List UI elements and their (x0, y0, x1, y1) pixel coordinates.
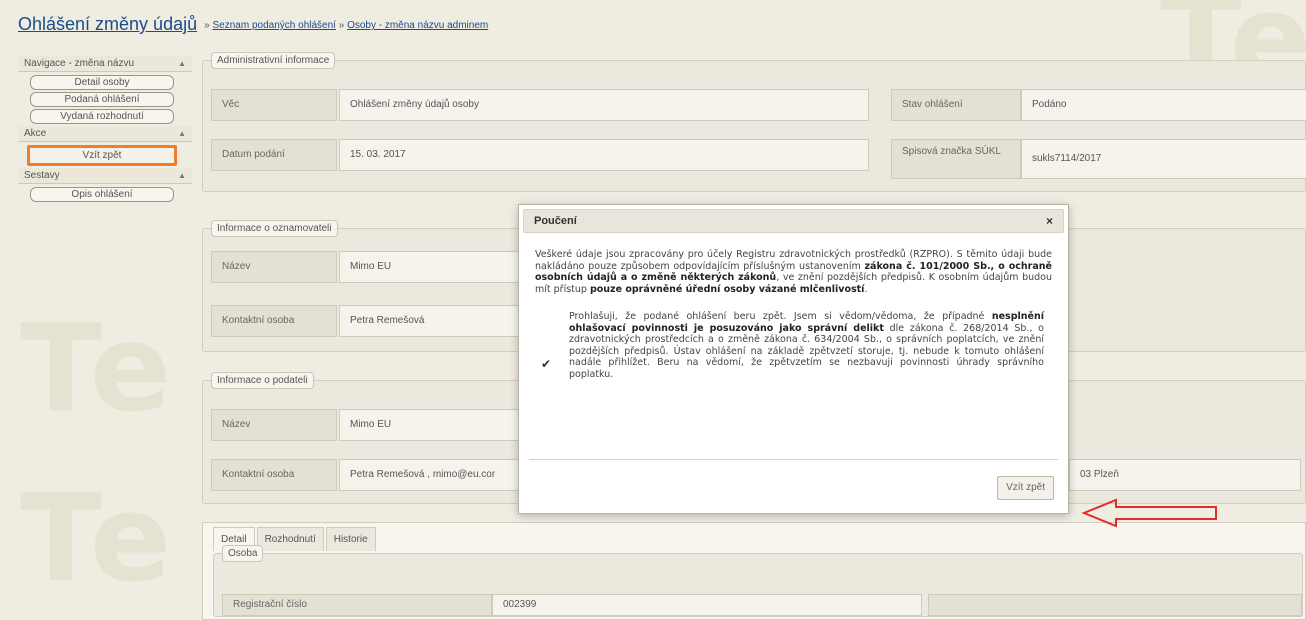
dialog-header: Poučení × (523, 209, 1064, 233)
tab-rozhodnuti[interactable]: Rozhodnutí (256, 527, 324, 551)
notifier-name-field: Mimo EU (339, 251, 519, 283)
submitter-name-label: Název (211, 409, 337, 441)
collapse-caret-icon[interactable]: ▲ (178, 59, 186, 68)
tab-historie[interactable]: Historie (325, 527, 376, 551)
submitter-address-field: 03 Plzeň (1069, 459, 1301, 491)
submitter-contact-label: Kontaktní osoba (211, 459, 337, 491)
podana-ohlaseni-button[interactable]: Podaná ohlášení (30, 92, 174, 107)
person-section: Osoba Registrační číslo 002399 (213, 545, 1303, 617)
sidebar: Navigace - změna názvu ▲ Detail osoby Po… (18, 56, 192, 204)
consent-text-part: Prohlašuji, že podané ohlášení beru zpět… (569, 311, 992, 322)
submitter-name-field: Mimo EU (339, 409, 519, 441)
admin-info-section: Administrativní informace Věc Ohlášení z… (202, 52, 1306, 192)
empty-label-box (928, 594, 1302, 616)
form-value-field: Ohlášení změny údajů osoby (339, 89, 869, 121)
sidebar-section-title: Sestavy (24, 170, 60, 181)
consent-text: Prohlašuji, že podané ohlášení beru zpět… (569, 311, 1052, 380)
privacy-text: . (864, 283, 868, 295)
sidebar-section-actions[interactable]: Akce ▲ (18, 126, 192, 142)
page-header: Ohlášení změny údajů » Seznam podaných o… (18, 14, 1296, 42)
submitter-contact-field: Petra Remešová , mimo@eu.cor (339, 459, 519, 491)
detail-tabs-panel: Detail Rozhodnutí Historie Osoba Registr… (202, 522, 1306, 620)
sidebar-section-reports[interactable]: Sestavy ▲ (18, 168, 192, 184)
section-legend: Administrativní informace (211, 52, 336, 69)
close-icon[interactable]: × (1046, 214, 1053, 228)
dialog-withdraw-label: Vzít zpět (1006, 482, 1045, 493)
file-value-field: sukls7114/2017 (1021, 139, 1306, 179)
arrow-left-icon (1081, 498, 1217, 528)
section-legend: Informace o podateli (211, 372, 314, 389)
date-value-field: 15. 03. 2017 (339, 139, 869, 171)
watermark-text: Te (20, 470, 176, 609)
opis-ohlaseni-button[interactable]: Opis ohlášení (30, 187, 174, 202)
reg-number-field: 002399 (492, 594, 922, 616)
section-legend: Informace o oznamovateli (211, 220, 338, 237)
watermark-text: Te (20, 300, 176, 439)
notifier-name-label: Název (211, 251, 337, 283)
notifier-contact-field: Petra Remešová (339, 305, 519, 337)
file-label: Spisová značka SÚKL (891, 139, 1021, 179)
privacy-notice: Veškeré údaje jsou zpracovány pro účely … (535, 249, 1052, 295)
notifier-contact-label: Kontaktní osoba (211, 305, 337, 337)
pouceni-dialog: Poučení × Veškeré údaje jsou zpracovány … (518, 204, 1069, 514)
collapse-caret-icon[interactable]: ▲ (178, 129, 186, 138)
breadcrumb-link-submissions[interactable]: Seznam podaných ohlášení (213, 20, 336, 31)
reg-number-label: Registrační číslo (222, 594, 492, 616)
dialog-title: Poučení (534, 215, 577, 227)
breadcrumb: » Seznam podaných ohlášení » Osoby - změ… (204, 20, 488, 31)
dialog-withdraw-button[interactable]: Vzít zpět (997, 476, 1054, 500)
dialog-body: Veškeré údaje jsou zpracovány pro účely … (519, 237, 1068, 380)
form-label: Věc (211, 89, 337, 121)
breadcrumb-link-current[interactable]: Osoby - změna názvu adminem (347, 20, 488, 31)
consent-checkbox[interactable]: ✔ (535, 311, 569, 380)
privacy-access-text: pouze oprávněné úřední osoby vázané mlče… (589, 283, 865, 295)
date-label: Datum podání (211, 139, 337, 171)
page-title[interactable]: Ohlášení změny údajů (18, 14, 197, 35)
breadcrumb-separator: » (204, 20, 210, 31)
state-value-field: Podáno (1021, 89, 1306, 121)
sidebar-section-title: Navigace - změna názvu (24, 58, 135, 69)
sidebar-section-title: Akce (24, 128, 47, 139)
withdraw-consent: ✔ Prohlašuji, že podané ohlášení beru zp… (535, 311, 1052, 380)
sidebar-section-navigation[interactable]: Navigace - změna názvu ▲ (18, 56, 192, 72)
vydana-rozhodnuti-button[interactable]: Vydaná rozhodnutí (30, 109, 174, 124)
collapse-caret-icon[interactable]: ▲ (178, 171, 186, 180)
section-legend: Osoba (222, 545, 264, 562)
state-label: Stav ohlášení (891, 89, 1021, 121)
detail-osoby-button[interactable]: Detail osoby (30, 75, 174, 90)
withdraw-button[interactable]: Vzít zpět (27, 145, 177, 166)
breadcrumb-separator: » (338, 20, 345, 31)
dialog-divider (529, 459, 1058, 460)
